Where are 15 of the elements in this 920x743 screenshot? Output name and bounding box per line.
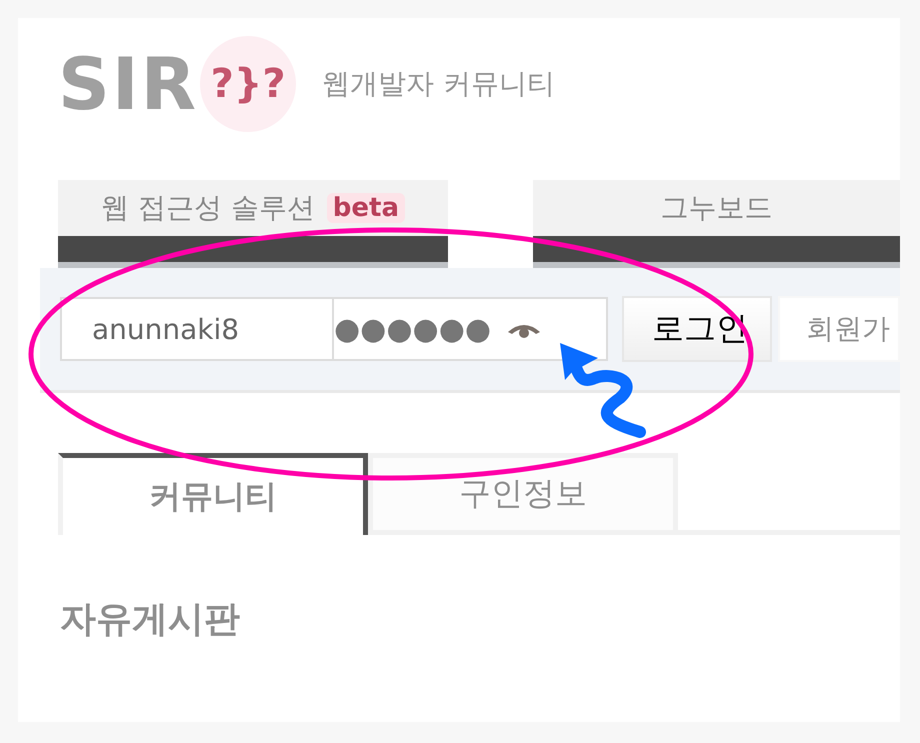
tagline: 웹개발자 커뮤니티 <box>322 66 555 102</box>
nav-tab[interactable]: 그누보드 <box>533 180 900 268</box>
nav-tab[interactable]: 웹 접근성 솔루션 beta <box>58 180 448 268</box>
login-button[interactable]: 로그인 <box>622 296 772 362</box>
beta-badge: beta <box>326 193 406 223</box>
nav-tab-label: 그누보드 <box>660 190 772 226</box>
nav-tab-label: 웹 접근성 솔루션 <box>100 190 315 226</box>
logo-text: SIR <box>58 42 198 126</box>
board-heading: 자유게시판 <box>60 598 241 642</box>
logo-bubble: ?}? <box>200 36 296 132</box>
signup-button[interactable]: 회원가 <box>778 296 900 362</box>
board-tab[interactable]: 커뮤니티 <box>58 453 368 535</box>
username-field[interactable]: anunnaki8 <box>60 297 334 361</box>
password-field[interactable]: ●●●●●● <box>334 297 608 361</box>
board-tab[interactable]: 구인정보 <box>368 453 678 535</box>
